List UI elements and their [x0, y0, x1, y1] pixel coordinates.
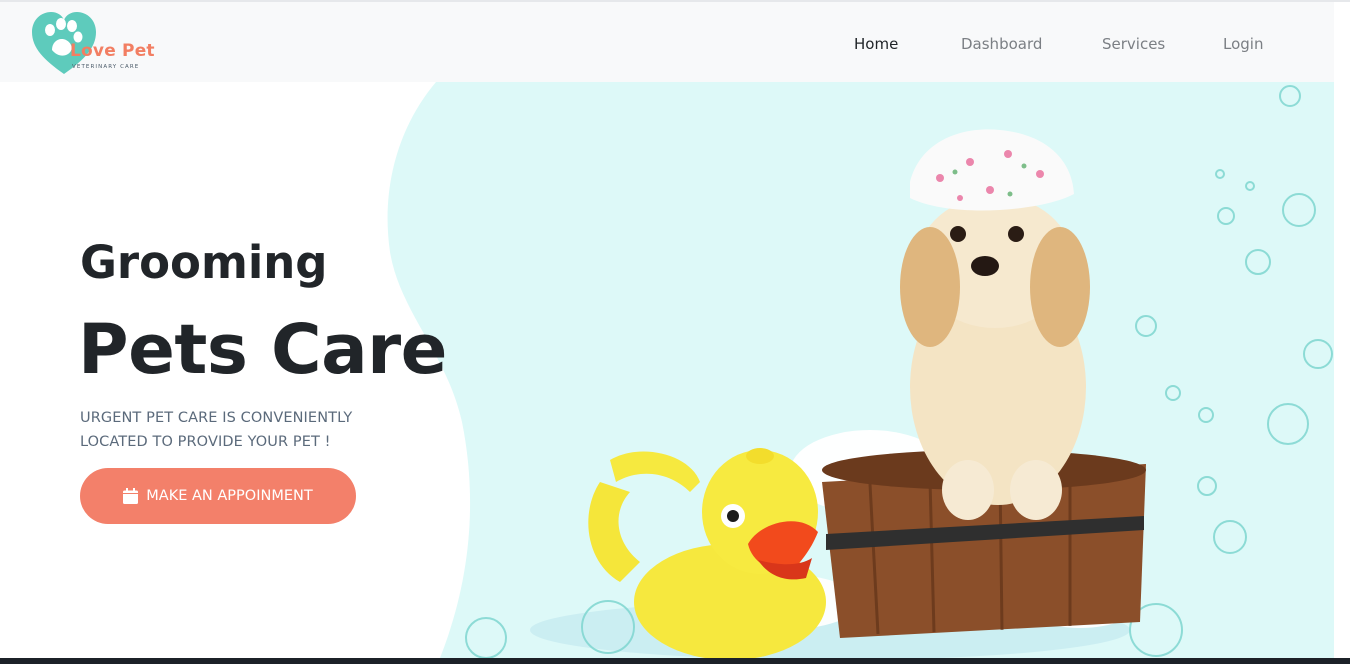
site-header: Love Pet VETERINARY CARE Home Dashboard … [0, 2, 1334, 82]
nav-item-dashboard[interactable]: Dashboard [961, 35, 1042, 53]
hero-section: Grooming Pets Care URGENT PET CARE IS CO… [0, 82, 1334, 658]
calendar-icon [123, 488, 139, 504]
hero-tagline-line: LOCATED TO PROVIDE YOUR PET ! [80, 434, 331, 450]
hero-tagline-line: URGENT PET CARE IS CONVENIENTLY [80, 410, 353, 426]
nav-item-login[interactable]: Login [1223, 35, 1263, 53]
hero-headline: Pets Care [78, 310, 447, 390]
make-appointment-button[interactable]: MAKE AN APPOINMENT [80, 468, 356, 524]
os-taskbar [0, 658, 1350, 664]
hero-kicker: Grooming [80, 236, 328, 289]
nav-item-home[interactable]: Home [854, 35, 898, 53]
scrollbar-gutter [1334, 2, 1350, 658]
nav-item-services[interactable]: Services [1102, 35, 1165, 53]
main-nav: Home Dashboard Services Login [0, 35, 1334, 55]
brand-tagline: VETERINARY CARE [72, 64, 140, 70]
hero-tagline: URGENT PET CARE IS CONVENIENTLY LOCATED … [80, 406, 400, 454]
make-appointment-label: MAKE AN APPOINMENT [146, 488, 313, 504]
